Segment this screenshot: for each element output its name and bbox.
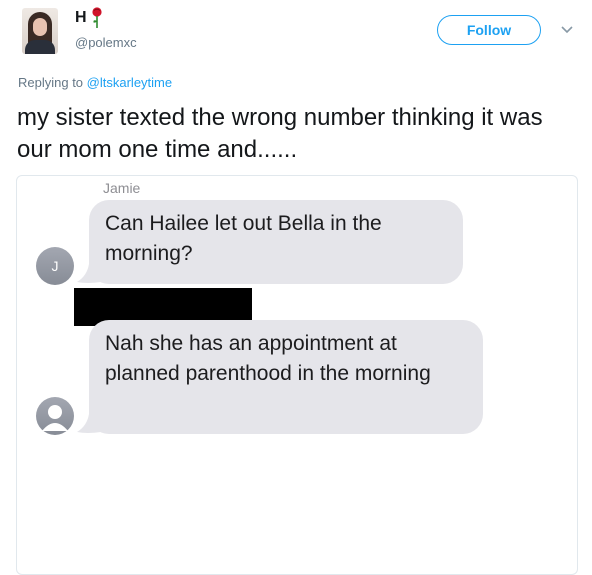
display-name[interactable]: H — [75, 9, 87, 27]
user-handle[interactable]: @polemxc — [75, 35, 137, 50]
replying-to-line: Replying to @ltskarleytime — [18, 75, 172, 90]
chevron-down-icon[interactable] — [560, 25, 574, 35]
person-silhouette-icon — [42, 405, 68, 431]
message-bubble: Can Hailee let out Bella in the morning? — [89, 200, 463, 284]
reply-mention-link[interactable]: @ltskarleytime — [87, 75, 172, 90]
attached-image[interactable]: Jamie Can Hailee let out Bella in the mo… — [16, 175, 578, 575]
contact-avatar: J — [36, 247, 74, 285]
message-sender-name: Jamie — [103, 180, 141, 196]
user-avatar[interactable] — [22, 8, 58, 54]
contact-avatar — [36, 397, 74, 435]
bubble-tail — [77, 414, 101, 433]
replying-to-label: Replying to — [18, 75, 84, 90]
message-bubble: Nah she has an appointment at planned pa… — [89, 320, 483, 434]
bubble-tail — [77, 264, 101, 283]
tweet-text: my sister texted the wrong number thinki… — [17, 104, 543, 163]
rose-icon — [92, 7, 102, 28]
follow-button[interactable]: Follow — [437, 15, 541, 45]
